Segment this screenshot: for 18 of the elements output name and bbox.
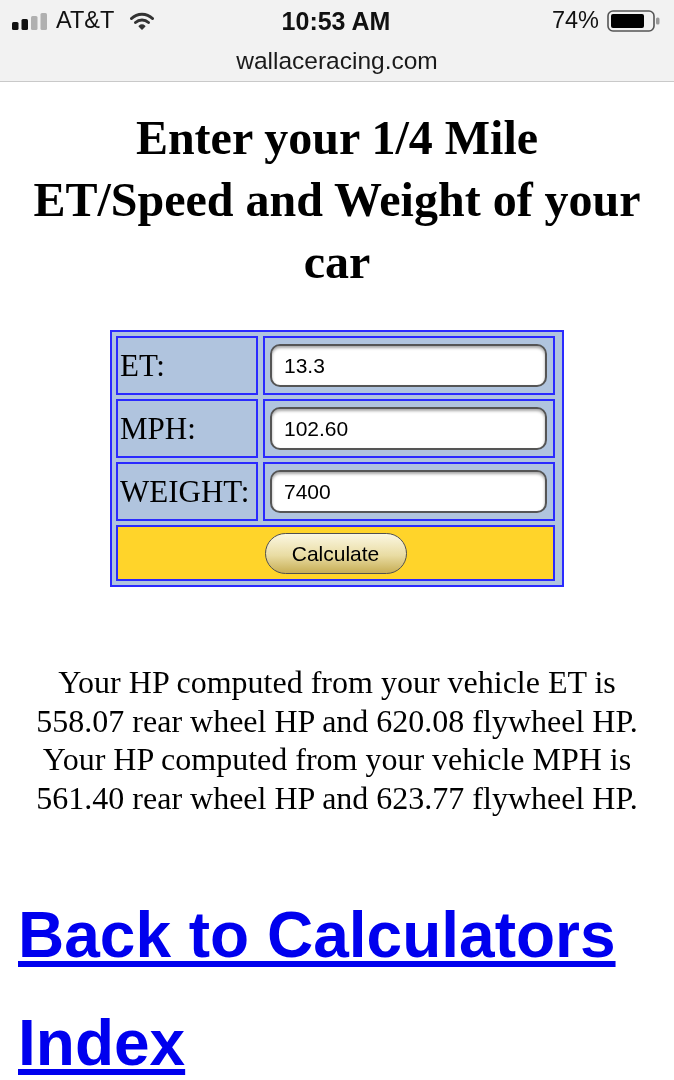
input-field[interactable]: 102.60 bbox=[270, 407, 547, 450]
calculators-index-link[interactable]: Back to Calculators Index bbox=[18, 881, 674, 1080]
battery-icon bbox=[607, 10, 660, 32]
wifi-icon bbox=[130, 12, 155, 30]
result-text: Your HP computed from your vehicle MPH is 561.40 rear wheel HP and 623.77 flywheel HP. bbox=[35, 740, 639, 817]
field-label-cell: ET: bbox=[116, 336, 258, 395]
signal-icon bbox=[12, 12, 48, 30]
field-label-cell: WEIGHT: bbox=[116, 462, 258, 521]
url-text: wallaceracing.com bbox=[236, 49, 438, 74]
result-text: Your HP computed from your vehicle ET is 558.07 rear wheel HP and 620.08 flywheel HP. bbox=[35, 663, 639, 740]
field-label-cell: MPH: bbox=[116, 399, 258, 458]
battery-percentage: 74% bbox=[551, 9, 599, 33]
page-heading: Enter your 1/4 Mile ET/Speed and Weight of your car bbox=[32, 110, 642, 290]
carrier-name: AT&T bbox=[56, 9, 115, 33]
input-field[interactable]: 13.3 bbox=[270, 344, 547, 387]
input-field[interactable]: 7400 bbox=[270, 470, 547, 513]
clock-time: 10:53 AM bbox=[281, 8, 391, 34]
calculate-button[interactable]: Calculate bbox=[264, 532, 407, 574]
